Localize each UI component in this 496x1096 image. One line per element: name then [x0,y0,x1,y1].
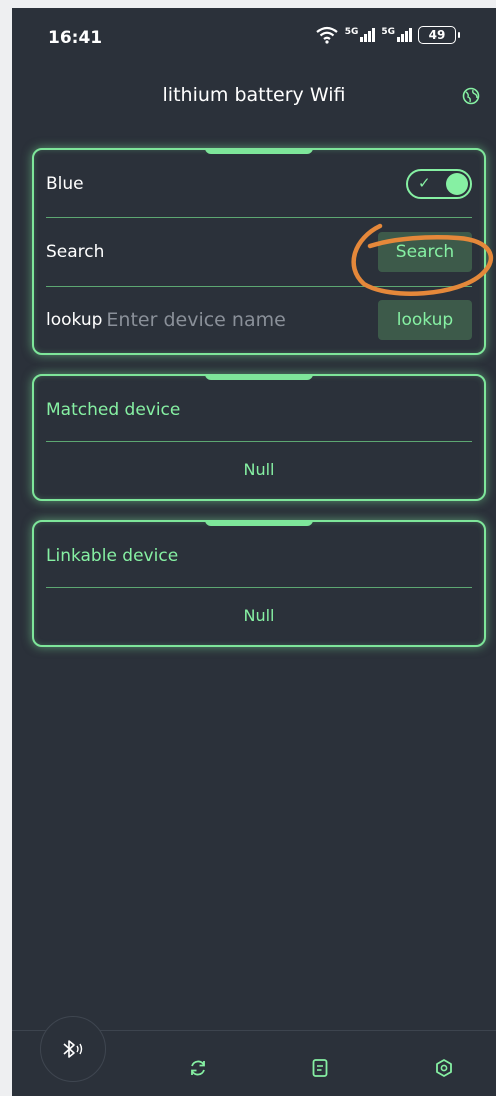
matched-device-empty: Null [243,460,275,479]
network-type-2: 5G [381,27,395,37]
search-label: Search [46,242,105,262]
document-icon [312,1059,328,1077]
search-row: Search Search [46,230,472,274]
lookup-label: lookup [46,310,103,330]
globe-icon[interactable] [462,87,480,105]
search-button[interactable]: Search [378,232,472,272]
blue-label: Blue [46,174,84,194]
divider [46,286,472,287]
blue-row: Blue ✓ [46,166,472,202]
cellular-signal-2: 5G [381,28,412,42]
wifi-icon [316,26,338,44]
cellular-signal-1: 5G [345,28,376,42]
bluetooth-icon [63,1040,83,1058]
settings-icon [436,1059,452,1077]
matched-device-card: Matched device Null [32,374,486,501]
status-time: 16:41 [48,28,103,48]
check-icon: ✓ [418,174,431,192]
network-type-1: 5G [344,27,359,37]
lookup-button[interactable]: lookup [378,300,472,340]
status-icons: 5G 5G 49 [315,26,460,44]
linkable-device-empty: Null [243,606,275,625]
divider [46,441,472,442]
divider [46,217,472,218]
linkable-device-card: Linkable device Null [32,520,486,647]
bluetooth-nav-button[interactable] [40,1016,106,1082]
linkable-device-title: Linkable device [46,546,179,566]
card-notch [205,520,313,526]
page-title: lithium battery Wifi [162,84,346,106]
matched-header-row: Matched device [46,392,472,428]
bluetooth-card: Blue ✓ Search Search lookup lookup [32,148,486,355]
settings-nav-button[interactable] [432,1056,456,1080]
blue-toggle[interactable]: ✓ [406,169,472,199]
card-notch [205,374,313,380]
divider [46,587,472,588]
linkable-header-row: Linkable device [46,538,472,574]
refresh-nav-button[interactable] [186,1056,210,1080]
lookup-row: lookup lookup [46,298,472,342]
card-notch [205,148,313,154]
document-nav-button[interactable] [308,1056,332,1080]
toggle-knob [446,173,468,195]
app-screen: 16:41 5G 5G 49 lithium battery Wifi Blue [12,8,496,1096]
device-name-input[interactable] [104,308,378,332]
refresh-icon [191,1060,205,1076]
battery-indicator: 49 [418,26,460,44]
matched-device-title: Matched device [46,400,181,420]
